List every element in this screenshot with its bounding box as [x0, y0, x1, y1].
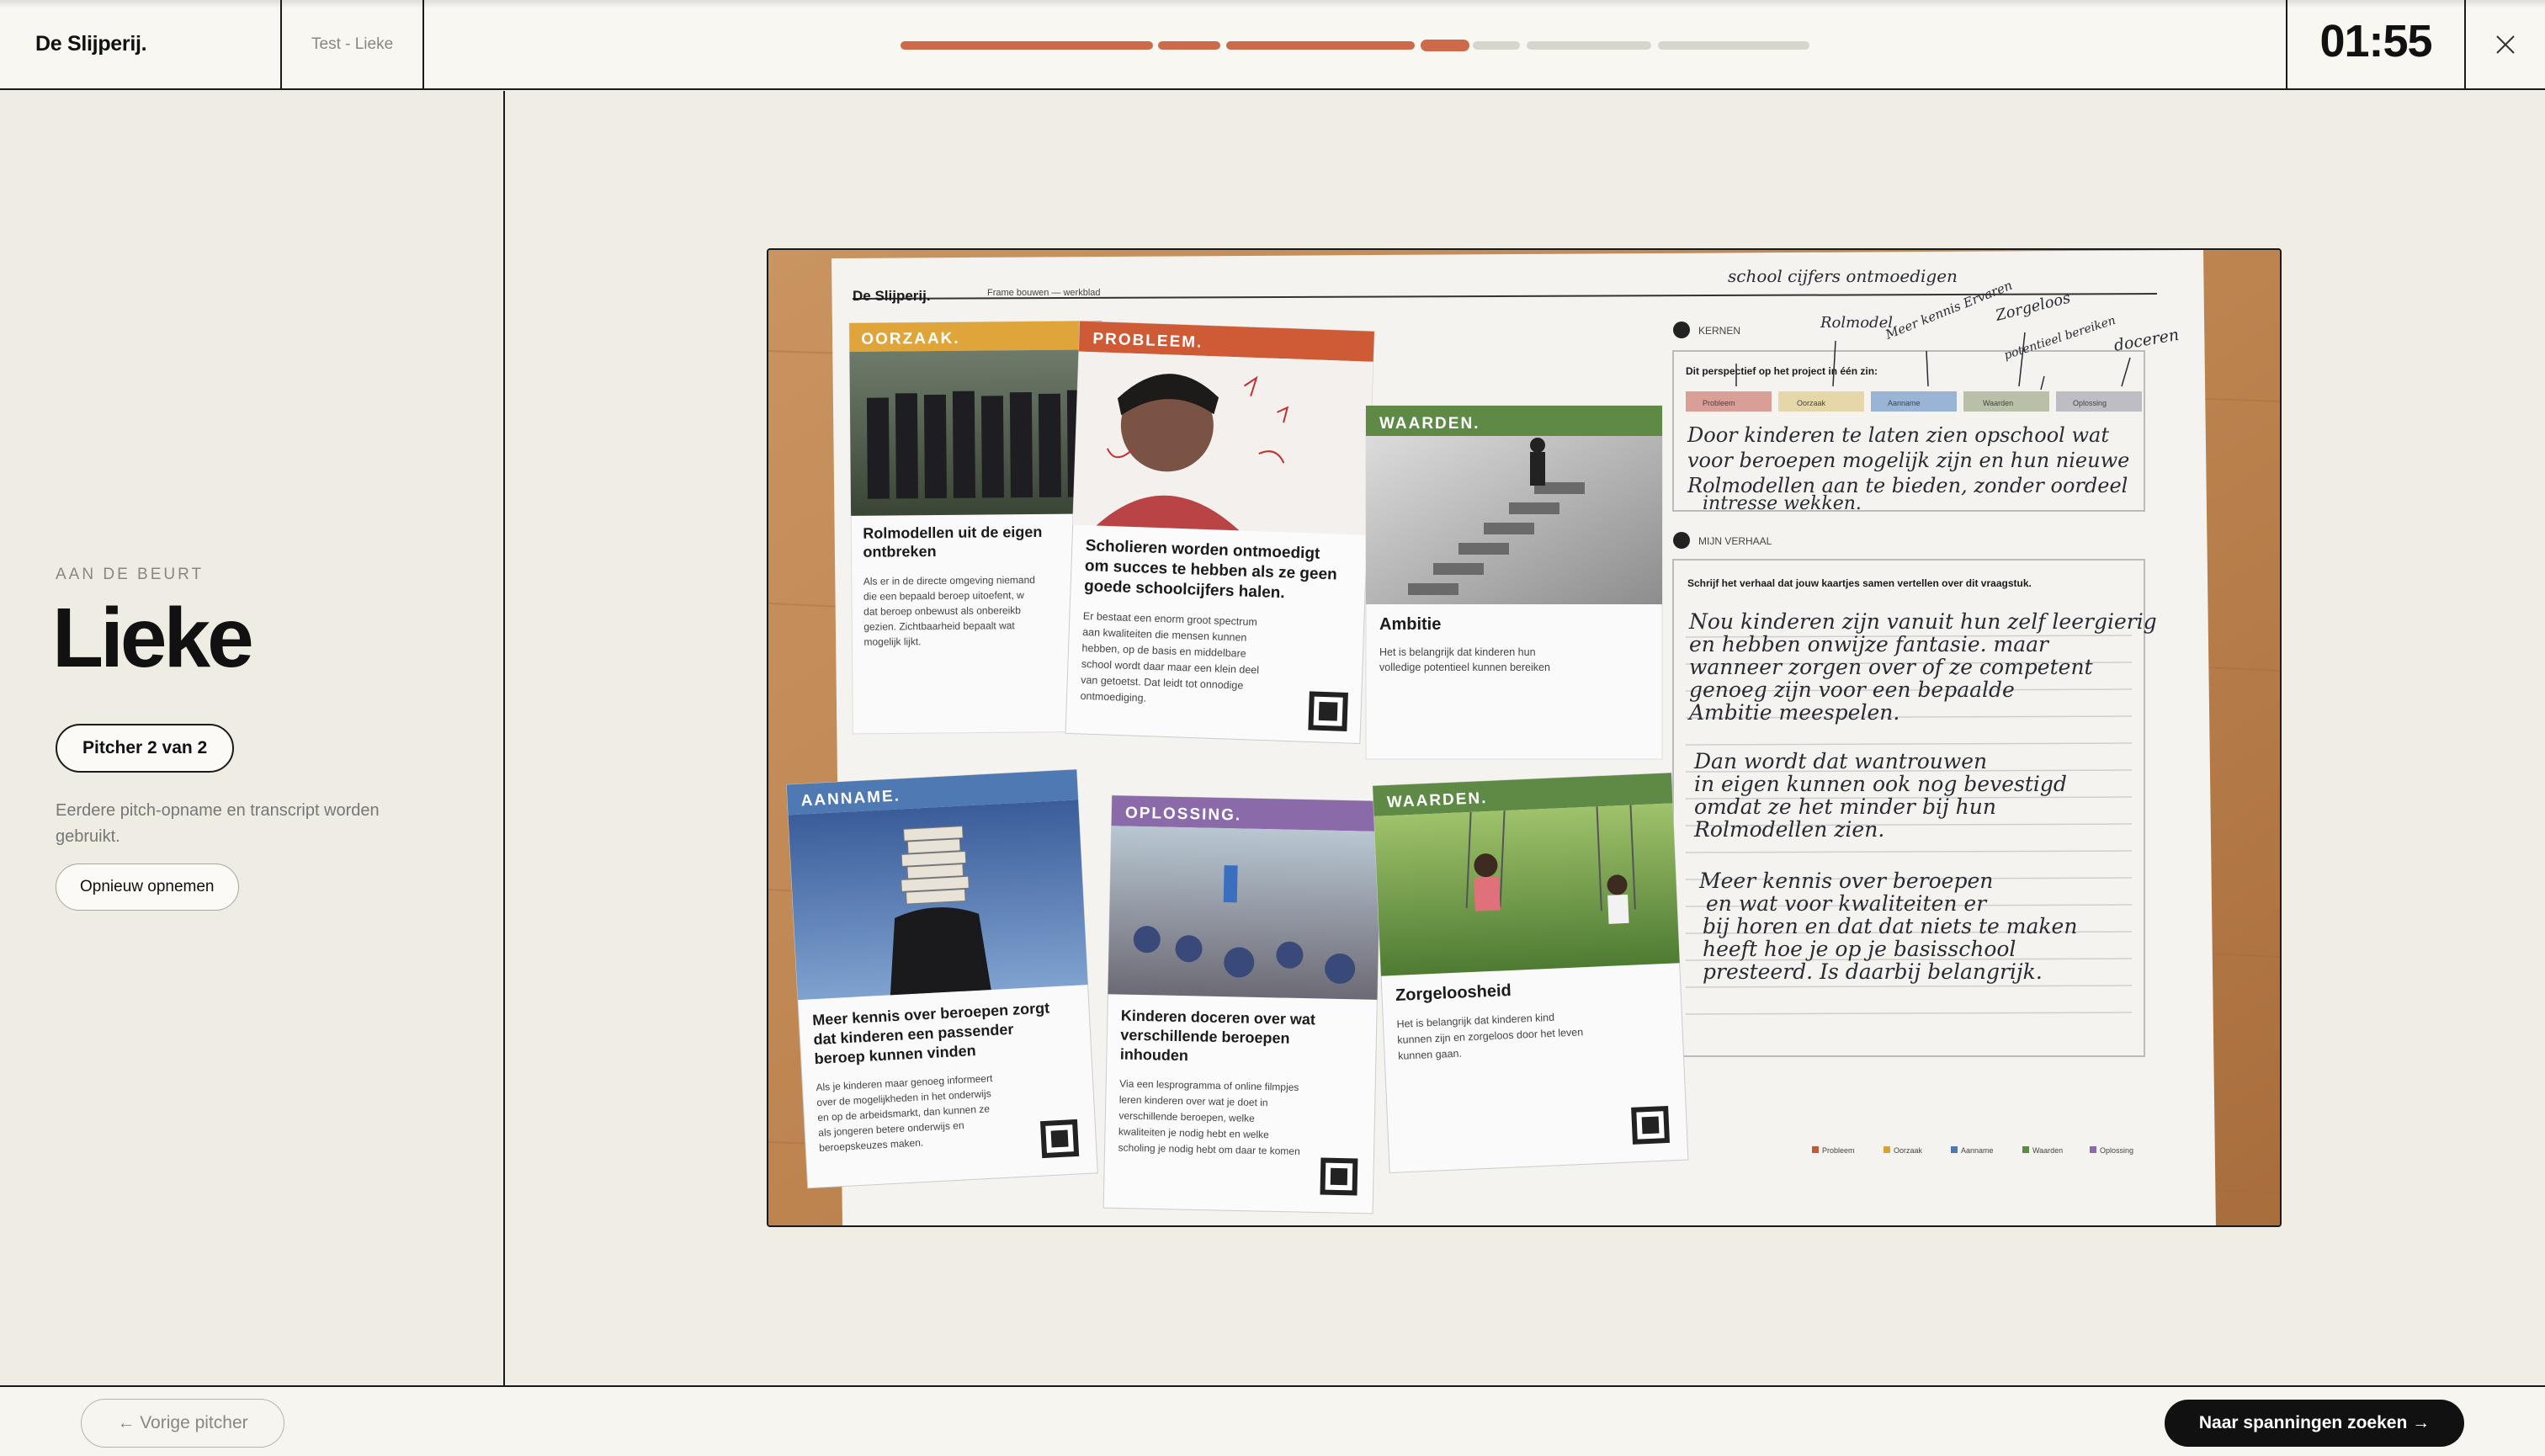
svg-text:Waarden: Waarden	[2032, 1146, 2063, 1155]
svg-text:omdat ze het minder bij hun: omdat ze het minder bij hun	[1694, 794, 1996, 819]
svg-text:Probleem: Probleem	[1822, 1146, 1855, 1155]
close-icon	[2496, 35, 2515, 54]
progress-segment-todo	[1473, 41, 1520, 50]
card-waarden-ambitie: WAARDEN. Ambitie Het is belangrijk dat k…	[1365, 405, 1663, 760]
svg-text:voor beroepen mogelijk zijn en: voor beroepen mogelijk zijn en hun nieuw…	[1687, 449, 2129, 472]
card-oorzaak: OORZAAK. Rolmodellen uit de eigen ontbre…	[848, 320, 1106, 735]
session-label: Test - Lieke	[311, 35, 394, 53]
svg-text:Dan wordt dat wantrouwen: Dan wordt dat wantrouwen	[1693, 749, 1987, 773]
chip-4: Waarden	[1983, 399, 2013, 407]
svg-text:presteerd. Is daarbij belangri: presteerd. Is daarbij belangrijk.	[1703, 959, 2043, 984]
progress-segment-todo	[1527, 41, 1651, 50]
svg-text:Als er in de directe omgeving: Als er in de directe omgeving niemand	[863, 574, 1035, 587]
svg-text:in eigen kunnen ook nog bevest: in eigen kunnen ook nog bevestigd	[1694, 772, 2067, 796]
svg-text:wanneer zorgen over of ze comp: wanneer zorgen over of ze competent	[1689, 655, 2094, 679]
svg-text:die een bepaald beroep uitoefe: die een bepaald beroep uitoefent, w	[863, 589, 1024, 603]
svg-text:Ambitie: Ambitie	[1379, 615, 1441, 634]
perspective-prompt: Dit perspectief op het project in één zi…	[1686, 365, 1878, 377]
svg-text:genoeg zijn voor een bepaalde: genoeg zijn voor een bepaalde	[1689, 678, 2015, 702]
chip-2: Oorzaak	[1797, 399, 1826, 407]
rerecord-button[interactable]: Opnieuw opnemen	[56, 864, 239, 911]
svg-text:Rolmodellen zien.: Rolmodellen zien.	[1693, 817, 1884, 842]
pitcher-name: Lieke	[52, 591, 254, 685]
svg-text:verschillende beroepen: verschillende beroepen	[1120, 1027, 1289, 1047]
header-divider	[280, 0, 282, 89]
card-aanname: AANNAME. Meer kennis over beroepen zorgt…	[786, 768, 1098, 1189]
svg-text:mogelijk lijkt.: mogelijk lijkt.	[863, 635, 921, 648]
progress-segment-done	[1226, 41, 1415, 50]
pitcher-count-badge: Pitcher 2 van 2	[56, 724, 235, 773]
svg-text:Ambitie meespelen.: Ambitie meespelen.	[1687, 700, 1899, 725]
story-prompt: Schrijf het verhaal dat jouw kaartjes sa…	[1687, 577, 2032, 589]
recording-note: Eerdere pitch-opname en transcript worde…	[56, 801, 380, 846]
progress-segment-done	[901, 41, 1153, 50]
svg-text:Oorzaak: Oorzaak	[1894, 1146, 1923, 1155]
progress-bar	[901, 40, 1809, 51]
svg-text:en hebben onwijze fantasie. ma: en hebben onwijze fantasie. maar	[1689, 632, 2050, 656]
svg-text:OPLOSSING.: OPLOSSING.	[1125, 805, 1242, 825]
chip-5: Oplossing	[2073, 399, 2107, 407]
turn-label: AAN DE BEURT	[56, 566, 205, 583]
svg-text:intresse wekken.: intresse wekken.	[1703, 493, 1862, 514]
svg-text:Nou kinderen zijn vanuit hun z: Nou kinderen zijn vanuit hun zelf leergi…	[1688, 609, 2157, 634]
note-rolmodel: Rolmodel	[1820, 314, 1893, 332]
svg-text:WAARDEN.: WAARDEN.	[1379, 415, 1480, 433]
svg-text:gezien. Zichtbaarheid bepaalt: gezien. Zichtbaarheid bepaalt wat	[863, 619, 1015, 633]
svg-text:Rolmodellen uit de eigen: Rolmodellen uit de eigen	[863, 523, 1042, 542]
card-oplossing: OPLOSSING. Kinderen doceren over wat ver…	[1102, 794, 1382, 1214]
svg-text:Meer kennis over beroepen: Meer kennis over beroepen	[1698, 869, 1993, 893]
svg-text:dat beroep onbewust als onbere: dat beroep onbewust als onbereikb	[863, 604, 1021, 618]
card-waarden-zorgeloosheid: WAARDEN. Zorgeloosheid Het is belangrijk…	[1372, 772, 1689, 1173]
svg-text:Door kinderen te laten zien op: Door kinderen te laten zien opschool wat	[1687, 423, 2109, 447]
chip-3: Aanname	[1888, 399, 1921, 407]
worksheet-photo: De Slijperij. Frame bouwen — werkblad KE…	[767, 248, 2282, 1227]
chip-1: Probleem	[1703, 399, 1735, 407]
progress-segment-current	[1421, 40, 1469, 51]
progress-segment-todo	[1658, 41, 1809, 50]
svg-text:OORZAAK.: OORZAAK.	[861, 330, 960, 348]
svg-text:Het is belangrijk dat kinderen: Het is belangrijk dat kinderen hun	[1379, 646, 1536, 658]
pitcher-sidebar: AAN DE BEURT Lieke Pitcher 2 van 2 Eerde…	[0, 91, 505, 1385]
svg-text:Aanname: Aanname	[1961, 1146, 1994, 1155]
svg-text:en wat voor kwaliteiten er: en wat voor kwaliteiten er	[1706, 891, 1988, 916]
section-kernen-label: KERNEN	[1698, 325, 1740, 337]
svg-text:ontmoediging.: ontmoediging.	[1080, 690, 1146, 704]
svg-text:Oplossing: Oplossing	[2100, 1146, 2133, 1155]
next-step-button[interactable]: Naar spanningen zoeken →	[2165, 1400, 2464, 1447]
card-probleem: PROBLEEM. Scholieren worden ontmoedigt o…	[1065, 321, 1375, 745]
svg-text:ontbreken: ontbreken	[863, 543, 936, 561]
progress-segment-done	[1158, 41, 1220, 50]
worksheet-brand: De Slijperij.	[853, 288, 931, 304]
section-verhaal-label: MIJN VERHAAL	[1698, 535, 1772, 547]
countdown-timer: 01:55	[2319, 16, 2432, 66]
previous-pitcher-button[interactable]: ← Vorige pitcher	[81, 1399, 284, 1448]
top-bar: De Slijperij. Test - Lieke 01:55	[0, 0, 2545, 90]
svg-text:bij horen en dat dat niets te: bij horen en dat dat niets te maken	[1703, 914, 2077, 938]
header-divider	[422, 0, 424, 89]
close-button[interactable]	[2466, 0, 2545, 89]
svg-text:inhouden: inhouden	[1120, 1046, 1188, 1065]
bottom-bar: ← Vorige pitcher Naar spanningen zoeken …	[0, 1385, 2545, 1456]
svg-text:volledige potentieel kunnen be: volledige potentieel kunnen bereiken	[1379, 662, 1550, 673]
worksheet-subtitle: Frame bouwen — werkblad	[987, 288, 1101, 298]
brand-logo: De Slijperij.	[35, 32, 147, 56]
svg-text:heeft hoe je op je basisschool: heeft hoe je op je basisschool	[1703, 937, 2016, 961]
note-school-cijfers: school cijfers ontmoedigen	[1728, 266, 1958, 286]
